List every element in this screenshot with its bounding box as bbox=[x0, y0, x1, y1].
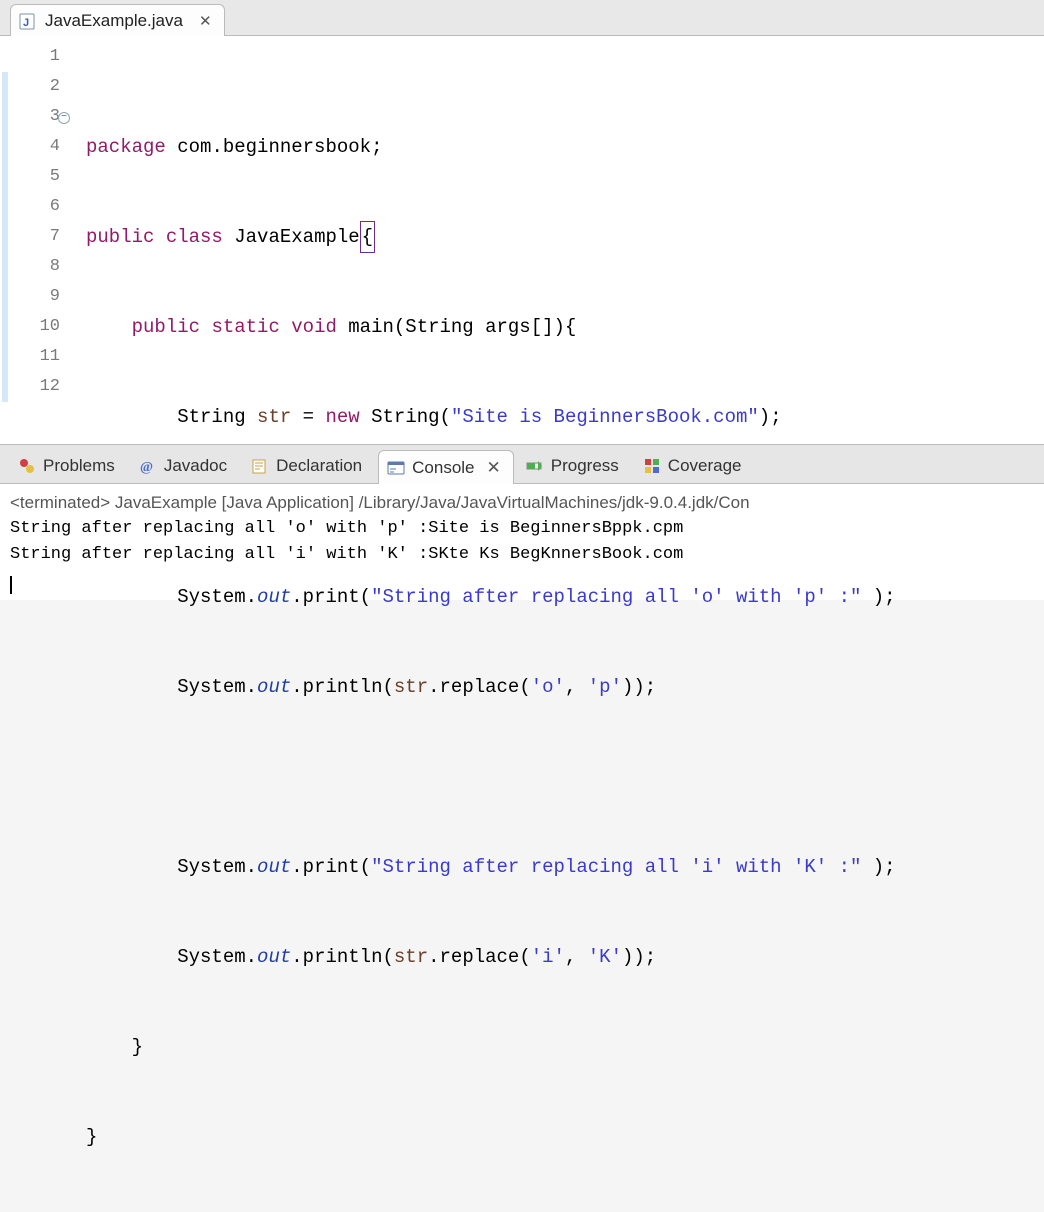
line-number: 3− bbox=[0, 102, 60, 132]
editor-tabbar: J JavaExample.java ✕ bbox=[0, 0, 1044, 36]
problems-icon bbox=[18, 457, 36, 475]
line-number-gutter: 1 2 3− 4 5 6 7 8 9 10 11 12 bbox=[0, 36, 70, 444]
code-line: public static void main(String args[]){ bbox=[86, 312, 896, 342]
text-cursor: { bbox=[360, 221, 375, 253]
console-cursor bbox=[10, 576, 12, 594]
line-number: 1 bbox=[0, 42, 60, 72]
code-line: System.out.println(str.replace('i', 'K')… bbox=[86, 942, 896, 972]
line-number: 4 bbox=[0, 132, 60, 162]
line-number: 8 bbox=[0, 252, 60, 282]
code-line: } bbox=[86, 1032, 896, 1062]
code-line bbox=[86, 762, 896, 792]
editor-tab-label: JavaExample.java bbox=[45, 11, 183, 31]
code-content[interactable]: package com.beginnersbook; public class … bbox=[70, 36, 896, 444]
svg-text:J: J bbox=[23, 17, 29, 29]
code-line: System.out.print("String after replacing… bbox=[86, 852, 896, 882]
code-editor[interactable]: 1 2 3− 4 5 6 7 8 9 10 11 12 package com.… bbox=[0, 36, 1044, 444]
line-number: 7 bbox=[0, 222, 60, 252]
line-number: 2 bbox=[0, 72, 60, 102]
line-number: 11 bbox=[0, 342, 60, 372]
line-number: 6 bbox=[0, 192, 60, 222]
fold-toggle-icon[interactable]: − bbox=[58, 112, 70, 124]
code-line: public class JavaExample{ bbox=[86, 222, 896, 252]
close-icon[interactable]: ✕ bbox=[199, 12, 212, 30]
code-line: System.out.println(str.replace('o', 'p')… bbox=[86, 672, 896, 702]
java-file-icon: J bbox=[19, 12, 37, 30]
close-icon[interactable]: ✕ bbox=[487, 458, 501, 478]
code-line bbox=[86, 492, 896, 522]
editor-tab-javaexample[interactable]: J JavaExample.java ✕ bbox=[10, 4, 225, 36]
line-number: 5 bbox=[0, 162, 60, 192]
tab-console[interactable]: Console ✕ bbox=[378, 450, 514, 484]
code-line: System.out.print("String after replacing… bbox=[86, 582, 896, 612]
code-line: package com.beginnersbook; bbox=[86, 132, 896, 162]
code-line: } bbox=[86, 1122, 896, 1152]
console-icon bbox=[387, 459, 405, 477]
line-number: 10 bbox=[0, 312, 60, 342]
line-number: 9 bbox=[0, 282, 60, 312]
code-line: String str = new String("Site is Beginne… bbox=[86, 402, 896, 432]
tab-label: Console bbox=[412, 458, 474, 478]
line-number: 12 bbox=[0, 372, 60, 402]
